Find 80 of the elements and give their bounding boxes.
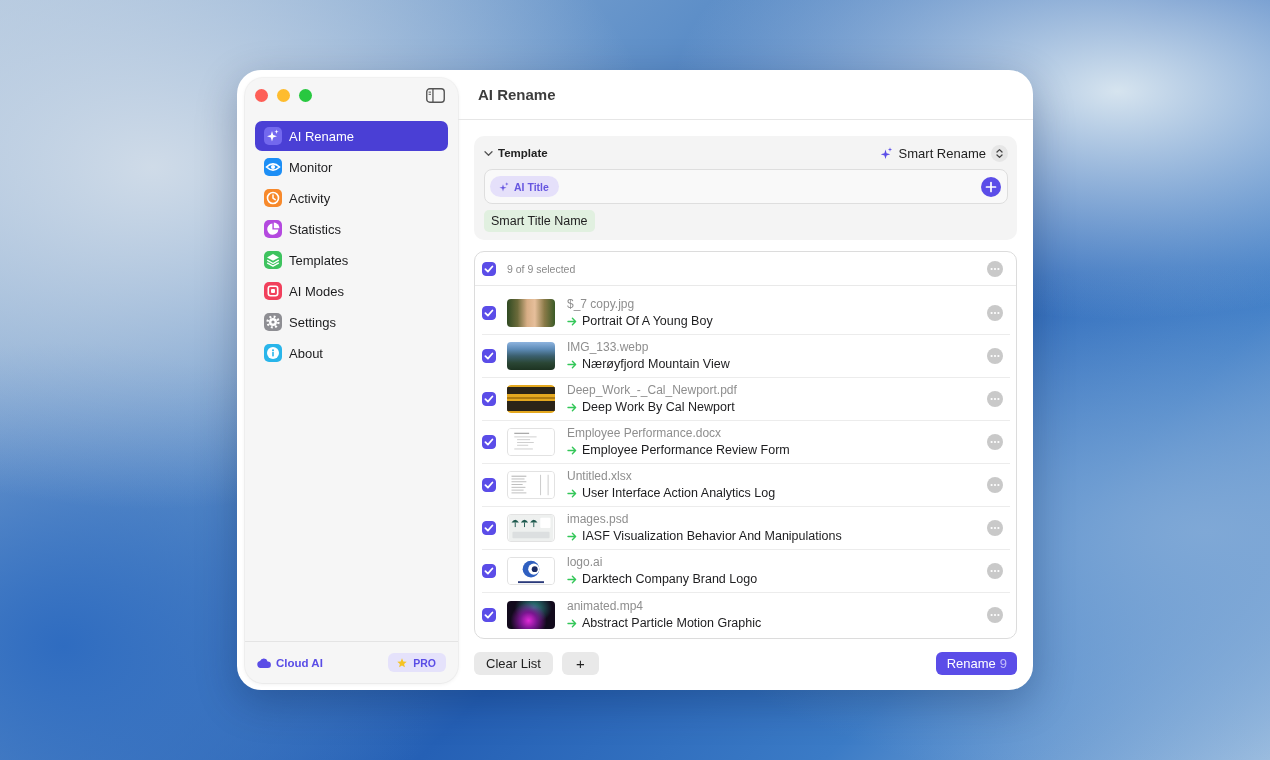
arrow-right-icon [567, 489, 577, 498]
selection-count: 9 of 9 selected [507, 262, 576, 275]
checkbox[interactable] [482, 306, 496, 320]
original-filename: Deep_Work_-_Cal_Newport.pdf [567, 382, 737, 398]
new-filename: Darktech Company Brand Logo [582, 571, 758, 588]
checkbox[interactable] [482, 392, 496, 406]
original-filename: $_7 copy.jpg [567, 296, 636, 312]
photo-placeholder [507, 299, 555, 327]
sidebar-toggle-icon[interactable] [426, 87, 445, 103]
checkbox[interactable] [482, 478, 496, 492]
more-icon[interactable] [987, 563, 1003, 579]
more-icon[interactable] [987, 477, 1003, 493]
sparkle-icon [879, 146, 893, 160]
new-filename: User Interface Action Analytics Log [582, 485, 776, 502]
add-icon[interactable] [981, 176, 1001, 197]
star-icon [397, 657, 408, 668]
spreadsheet-thumbnail [507, 471, 555, 499]
design-thumbnail [507, 514, 555, 542]
sidebar-item[interactable]: Settings [255, 307, 448, 337]
original-filename: logo.ai [567, 554, 604, 570]
new-filename: Portrait Of A Young Boy [582, 313, 713, 330]
more-icon[interactable] [987, 260, 1003, 277]
document-thumbnail [507, 428, 555, 456]
arrow-right-icon [567, 360, 577, 369]
checkbox[interactable] [482, 261, 496, 276]
arrow-right-icon [567, 575, 577, 584]
more-icon[interactable] [987, 391, 1003, 407]
template-disclosure[interactable]: Template [484, 147, 548, 159]
new-filename: Employee Performance Review Form [582, 442, 790, 459]
template-mode-popup[interactable]: Smart Rename [898, 144, 1008, 162]
video-frame-placeholder [507, 600, 555, 629]
logo-thumbnail [507, 557, 555, 585]
arrow-right-icon [567, 446, 577, 455]
sidebar-item[interactable]: Statistics [255, 214, 448, 244]
more-icon[interactable] [987, 348, 1003, 364]
rename-button[interactable]: Rename 9 [935, 652, 1017, 675]
add-files-button[interactable]: + [561, 652, 599, 675]
new-filename: Nærøyfjord Mountain View [582, 356, 730, 373]
stepper-icon [991, 144, 1008, 162]
sidebar-item[interactable]: AI Rename [255, 121, 448, 151]
token-chip[interactable]: AI Title [490, 176, 559, 197]
window-title: AI Rename [478, 86, 556, 103]
more-icon[interactable] [987, 434, 1003, 450]
sidebar-item[interactable]: Activity [255, 183, 448, 213]
arrow-right-icon [567, 618, 577, 628]
sidebar-item[interactable]: Monitor [255, 152, 448, 182]
sparkle-icon [499, 181, 509, 192]
minimize-icon[interactable] [277, 88, 290, 102]
arrow-right-icon [567, 403, 577, 412]
new-filename: Deep Work By Cal Newport [582, 399, 735, 416]
original-filename: animated.mp4 [567, 597, 645, 614]
book-cover-placeholder [507, 385, 555, 413]
pro-button[interactable]: PRO [388, 653, 446, 672]
original-filename: images.psd [567, 511, 630, 527]
new-filename: IASF Visualization Behavior And Manipulations [582, 528, 842, 545]
sidebar-item[interactable]: AI Modes [255, 276, 448, 306]
sidebar-item[interactable]: About [255, 338, 448, 368]
original-filename: Employee Performance.docx [567, 425, 723, 441]
original-filename: Untitled.xlsx [567, 468, 633, 484]
photo-placeholder [507, 342, 555, 370]
checkbox[interactable] [482, 564, 496, 578]
more-icon[interactable] [987, 606, 1003, 623]
arrow-right-icon [567, 317, 577, 326]
checkbox[interactable] [482, 435, 496, 449]
new-filename: Abstract Particle Motion Graphic [582, 614, 762, 632]
clear-list-button[interactable]: Clear List [474, 652, 553, 675]
original-filename: IMG_133.webp [567, 339, 650, 355]
template-field[interactable]: AI Title [484, 169, 1008, 204]
filename-preview: Smart Title Name [484, 210, 595, 232]
close-icon[interactable] [255, 88, 268, 102]
more-icon[interactable] [987, 520, 1003, 536]
sidebar-item[interactable]: Templates [255, 245, 448, 275]
arrow-right-icon [567, 532, 577, 541]
cloud-icon [257, 657, 271, 668]
checkbox[interactable] [482, 349, 496, 363]
more-icon[interactable] [987, 305, 1003, 321]
cloud-mode-label: Cloud AI [276, 656, 323, 669]
zoom-icon[interactable] [299, 88, 312, 102]
checkbox[interactable] [482, 521, 496, 535]
checkbox[interactable] [482, 607, 496, 622]
